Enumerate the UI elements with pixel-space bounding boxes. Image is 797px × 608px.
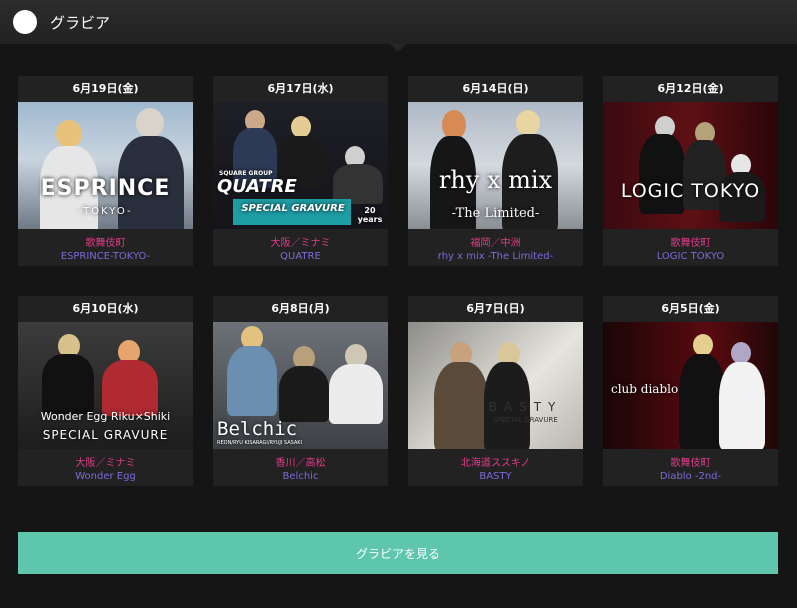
card-date: 6月10日(水) <box>72 302 139 315</box>
card-overlay-title: Wonder Egg Riku×Shiki <box>40 410 171 423</box>
card-overlay-title: QUATRE <box>217 176 297 197</box>
section-title: グラビア <box>50 13 111 32</box>
card-shop-link[interactable]: QUATRE <box>213 251 388 262</box>
gravure-card[interactable]: 6月10日(水) Wonder Egg Riku×Shiki SPECIAL G… <box>18 296 193 486</box>
gravure-card[interactable]: 6月17日(水) SQUARE GROUP QUATRE SPECIAL GRA… <box>213 76 388 266</box>
card-shop-link[interactable]: LOGIC TOKYO <box>603 251 778 262</box>
card-shop-link[interactable]: ESPRINCE-TOKYO- <box>18 251 193 262</box>
card-overlay-subtitle: SPECIAL GRAVURE <box>42 428 169 442</box>
gravure-card[interactable]: 6月7日(日) BASTY SPECIAL GRAVURE 北海道ススキノ BA… <box>408 296 583 486</box>
card-shop-link[interactable]: BASTY <box>408 471 583 482</box>
card-overlay-title: ESPRINCE <box>40 176 171 201</box>
card-overlay-title: club diablo <box>611 382 679 396</box>
card-date: 6月8日(月) <box>271 302 330 315</box>
card-image[interactable]: Wonder Egg Riku×Shiki SPECIAL GRAVURE <box>18 322 193 449</box>
card-date: 6月19日(金) <box>72 82 139 95</box>
card-overlay-badge: 20 years <box>357 206 383 224</box>
gravure-card[interactable]: 6月14日(日) rhy x mix -The Limited- 福岡／中洲 r… <box>408 76 583 266</box>
section-header: グラビア <box>0 0 797 52</box>
card-location: 大阪／ミナミ <box>75 458 136 469</box>
card-overlay-title: Belchic <box>217 418 298 440</box>
card-image[interactable]: club diablo <box>603 322 778 449</box>
card-shop-link[interactable]: Diablo -2nd- <box>603 471 778 482</box>
card-date: 6月14日(日) <box>462 82 529 95</box>
card-shop-link[interactable]: Wonder Egg <box>18 471 193 482</box>
card-overlay-subtitle: SPECIAL GRAVURE <box>241 203 345 214</box>
card-image[interactable]: SQUARE GROUP QUATRE SPECIAL GRAVURE 20 y… <box>213 102 388 229</box>
gravure-grid: 6月19日(金) ESPRINCE -TOKYO- 歌舞伎町 ESPRINCE-… <box>18 76 778 486</box>
card-overlay-title: rhy x mix <box>438 166 553 194</box>
card-location: 歌舞伎町 <box>85 238 126 249</box>
card-overlay-title: BASTY <box>488 400 563 414</box>
card-overlay-title: LOGIC TOKYO <box>620 180 761 202</box>
card-location: 歌舞伎町 <box>670 238 711 249</box>
view-gravure-button[interactable]: グラビアを見る <box>18 532 778 574</box>
card-date: 6月17日(水) <box>267 82 334 95</box>
card-date: 6月7日(日) <box>466 302 525 315</box>
card-location: 福岡／中洲 <box>470 238 521 249</box>
card-image[interactable]: Belchic REON/RYU KISARAGI/RYUJI SASAKI <box>213 322 388 449</box>
gravure-card[interactable]: 6月19日(金) ESPRINCE -TOKYO- 歌舞伎町 ESPRINCE-… <box>18 76 193 266</box>
caret-pointer <box>389 43 407 52</box>
card-location: 香川／高松 <box>275 458 326 469</box>
card-shop-link[interactable]: rhy x mix -The Limited- <box>408 251 583 262</box>
card-overlay-subtitle: -TOKYO- <box>78 206 133 217</box>
card-location: 北海道ススキノ <box>460 458 531 469</box>
card-date: 6月5日(金) <box>661 302 720 315</box>
card-image[interactable]: LOGIC TOKYO <box>603 102 778 229</box>
gravure-card[interactable]: 6月8日(月) Belchic REON/RYU KISARAGI/RYUJI … <box>213 296 388 486</box>
gravure-card[interactable]: 6月12日(金) LOGIC TOKYO 歌舞伎町 LOGIC TOKYO <box>603 76 778 266</box>
card-overlay-subtitle: -The Limited- <box>451 206 540 221</box>
card-overlay-subtitle: REON/RYU KISARAGI/RYUJI SASAKI <box>217 440 303 446</box>
card-location: 大阪／ミナミ <box>270 238 331 249</box>
card-overlay-subtitle: SPECIAL GRAVURE <box>493 416 558 424</box>
card-image[interactable]: ESPRINCE -TOKYO- <box>18 102 193 229</box>
card-image[interactable]: BASTY SPECIAL GRAVURE <box>408 322 583 449</box>
gravure-card[interactable]: 6月5日(金) club diablo 歌舞伎町 Diablo -2nd- <box>603 296 778 486</box>
card-image[interactable]: rhy x mix -The Limited- <box>408 102 583 229</box>
circle-icon <box>13 10 37 34</box>
card-location: 歌舞伎町 <box>670 458 711 469</box>
card-date: 6月12日(金) <box>657 82 724 95</box>
card-shop-link[interactable]: Belchic <box>213 471 388 482</box>
